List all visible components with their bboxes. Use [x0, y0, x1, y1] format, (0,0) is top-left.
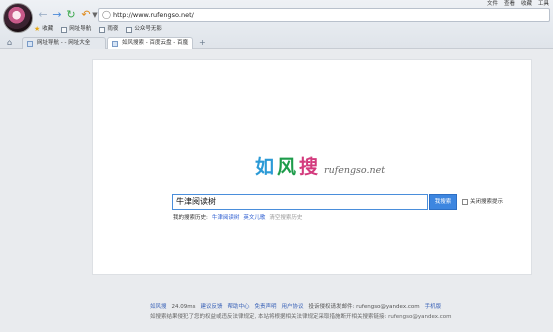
tab-nav[interactable]: 网址导航 - - 网址大全: [22, 37, 106, 49]
logo-char: 如: [255, 156, 275, 178]
url-text[interactable]: http://www.rufengso.net/: [113, 9, 194, 22]
bookmark-nav[interactable]: 网址导航: [61, 25, 91, 34]
shield-icon: ◯: [102, 10, 111, 19]
menu-file[interactable]: 文件: [487, 0, 498, 8]
history-item[interactable]: 牛津阅读树: [212, 214, 240, 222]
logo-char: 风: [277, 156, 297, 178]
bookmark-rain[interactable]: 雨夜: [99, 25, 118, 34]
bookmarks-bar: ★ 收藏 网址导航 雨夜 公众号无影: [34, 25, 162, 34]
footer-contact: 投诉侵权请发邮件: rufengso@yandex.com: [308, 304, 420, 310]
back-arrow-icon[interactable]: ←: [37, 9, 49, 21]
site-logo: 如 风 搜 rufengso.net: [255, 155, 385, 181]
footer-brand[interactable]: 如风搜: [150, 303, 167, 311]
tab-strip: ⌂ 网址导航 - - 网址大全 如风搜索 - 百度云盘 - 百度 × +: [0, 36, 553, 49]
bookmark-label: 网址导航: [69, 26, 92, 32]
footer-notice: 如搜索结果侵犯了您的权益或违反法律规定, 本站将根据相关法律规定采取措施断开相关…: [150, 314, 452, 320]
page-icon: [99, 26, 106, 33]
history-label: 我的搜索历史:: [173, 215, 208, 221]
bookmark-official[interactable]: 公众号无影: [126, 25, 162, 34]
home-icon[interactable]: ⌂: [7, 38, 12, 47]
tab-label: 网址导航 - - 网址大全: [37, 40, 91, 46]
search-button[interactable]: 我搜索: [429, 194, 457, 210]
browser-toolbar: ← → ↻ ↶ ▼ ◯ http://www.rufengso.net/ 文件 …: [0, 0, 553, 49]
menu-tools[interactable]: 工具: [538, 0, 549, 8]
tab-rufengso[interactable]: 如风搜索 - 百度云盘 - 百度 ×: [107, 37, 193, 49]
footer-help[interactable]: 帮助中心: [228, 303, 250, 311]
user-avatar[interactable]: [3, 3, 33, 33]
history-item[interactable]: 英文儿歌: [243, 214, 265, 222]
address-bar[interactable]: ◯ http://www.rufengso.net/: [98, 8, 550, 22]
close-icon[interactable]: ×: [184, 38, 189, 49]
menu-view[interactable]: 查看: [504, 0, 515, 8]
menu-bar: 文件 查看 收藏 工具: [487, 0, 549, 8]
refresh-icon[interactable]: ↻: [65, 9, 77, 21]
footer-feedback[interactable]: 建议反馈: [200, 303, 222, 311]
suggest-label: 关闭搜索提示: [470, 199, 504, 205]
footer-disclaimer[interactable]: 免责声明: [255, 303, 277, 311]
page-icon: [61, 26, 68, 33]
footer-agreement[interactable]: 用户协议: [282, 303, 304, 311]
tab-label: 如风搜索 - 百度云盘 - 百度: [122, 40, 188, 46]
footer-mobile[interactable]: 手机版: [425, 303, 442, 311]
forward-arrow-icon[interactable]: →: [51, 9, 63, 21]
checkbox[interactable]: [462, 199, 468, 205]
bookmark-favorites[interactable]: ★ 收藏: [34, 25, 53, 34]
footer-links: 如风搜 24.09ms 建议反馈 帮助中心 免责声明 用户协议 投诉侵权请发邮件…: [150, 303, 441, 311]
search-input[interactable]: 牛津阅读树: [172, 194, 428, 210]
menu-favorites[interactable]: 收藏: [521, 0, 532, 8]
bookmark-label: 收藏: [42, 26, 54, 32]
logo-domain: rufengso.net: [324, 165, 386, 176]
logo-char: 搜: [299, 156, 319, 178]
page-icon: [112, 41, 118, 47]
search-history: 我的搜索历史: 牛津阅读树 英文儿歌 清空搜索历史: [173, 214, 302, 222]
new-tab-button[interactable]: +: [199, 37, 206, 48]
star-icon: ★: [34, 25, 41, 33]
bookmark-label: 雨夜: [107, 26, 119, 32]
clear-history-link[interactable]: 清空搜索历史: [269, 214, 302, 222]
page-icon: [27, 41, 33, 47]
page-icon: [126, 26, 133, 33]
suggest-toggle[interactable]: 关闭搜索提示: [462, 198, 503, 206]
footer-timing: 24.09ms: [171, 304, 196, 310]
bookmark-label: 公众号无影: [134, 26, 162, 32]
